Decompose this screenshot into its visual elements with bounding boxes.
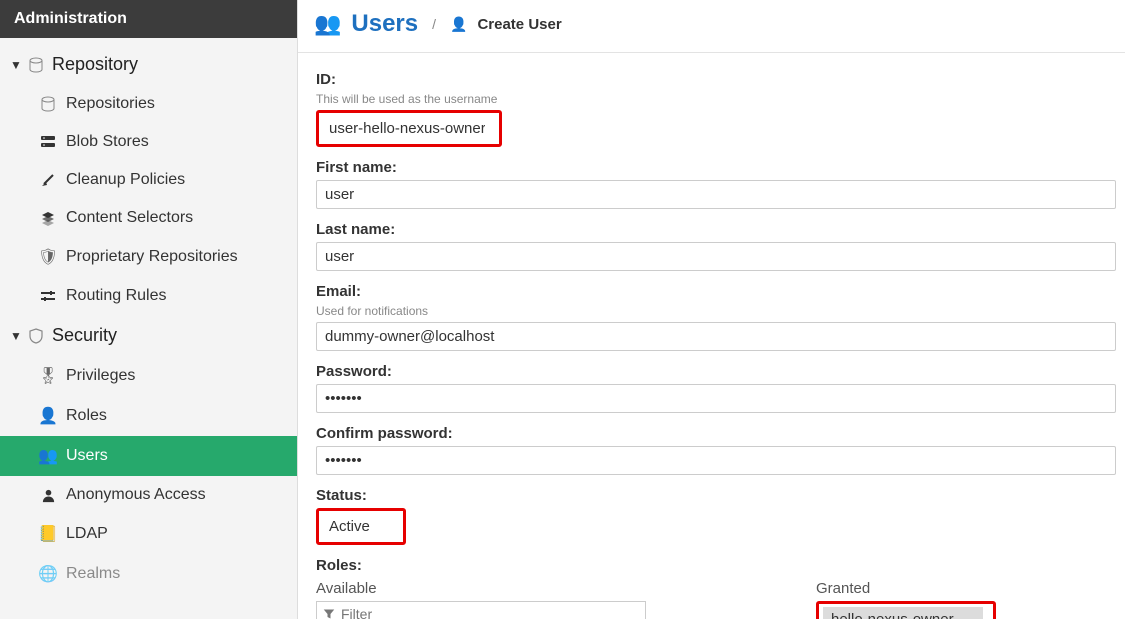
sidebar: Administration ▼ Repository Repositories… xyxy=(0,0,298,619)
input-id[interactable] xyxy=(321,115,493,142)
server-icon xyxy=(38,134,58,150)
sidebar-item-ldap[interactable]: 📒 LDAP xyxy=(0,514,297,554)
roles-granted-header: Granted xyxy=(816,580,996,597)
field-roles: Roles: Available Granted hello-nexus-own… xyxy=(316,557,1125,619)
filter-icon xyxy=(323,608,335,619)
label-email: Email: xyxy=(316,283,1125,300)
input-password[interactable] xyxy=(316,384,1116,413)
sidebar-item-label: Realms xyxy=(66,565,120,583)
breadcrumb-sub: Create User xyxy=(477,16,561,33)
highlight-status xyxy=(316,508,406,545)
badge-icon: 🛡 xyxy=(38,247,58,267)
input-last-name[interactable] xyxy=(316,242,1116,271)
sidebar-item-label: Roles xyxy=(66,407,107,425)
person-icon: 👤 xyxy=(38,406,58,426)
field-id: ID: This will be used as the username xyxy=(316,71,1125,147)
globe-icon: 🌐 xyxy=(38,564,58,584)
roles-available-header: Available xyxy=(316,580,646,597)
cylinder-icon xyxy=(38,96,58,112)
label-roles: Roles: xyxy=(316,557,1125,574)
sidebar-item-roles[interactable]: 👤 Roles xyxy=(0,396,297,436)
label-confirm-password: Confirm password: xyxy=(316,425,1125,442)
label-password: Password: xyxy=(316,363,1125,380)
roles-filter-box[interactable] xyxy=(316,601,646,619)
hint-email: Used for notifications xyxy=(316,304,1125,318)
sidebar-item-routing-rules[interactable]: Routing Rules xyxy=(0,277,297,315)
sidebar-item-label: Users xyxy=(66,447,108,465)
sidebar-item-realms[interactable]: 🌐 Realms xyxy=(0,554,297,594)
label-first-name: First name: xyxy=(316,159,1125,176)
hint-id: This will be used as the username xyxy=(316,92,1125,106)
route-icon xyxy=(38,288,58,304)
sidebar-item-label: Content Selectors xyxy=(66,209,193,227)
sidebar-item-label: Proprietary Repositories xyxy=(66,248,238,266)
field-password: Password: xyxy=(316,363,1125,413)
field-status: Status: xyxy=(316,487,1125,545)
user-solid-icon xyxy=(38,488,58,503)
sidebar-item-content-selectors[interactable]: Content Selectors xyxy=(0,199,297,237)
sidebar-item-label: LDAP xyxy=(66,525,108,543)
granted-role-item[interactable]: hello-nexus-owner xyxy=(823,607,983,619)
label-status: Status: xyxy=(316,487,1125,504)
sidebar-item-repositories[interactable]: Repositories xyxy=(0,85,297,123)
sidebar-item-label: Anonymous Access xyxy=(66,486,206,504)
group-repository[interactable]: ▼ Repository xyxy=(0,44,297,85)
sidebar-item-cleanup-policies[interactable]: Cleanup Policies xyxy=(0,161,297,199)
book-icon: 📒 xyxy=(38,524,58,544)
input-first-name[interactable] xyxy=(316,180,1116,209)
highlight-id xyxy=(316,110,502,147)
sidebar-item-anonymous-access[interactable]: Anonymous Access xyxy=(0,476,297,514)
sidebar-item-proprietary-repositories[interactable]: 🛡 Proprietary Repositories xyxy=(0,237,297,277)
sidebar-item-label: Cleanup Policies xyxy=(66,171,185,189)
field-confirm-password: Confirm password: xyxy=(316,425,1125,475)
roles-granted-column: Granted hello-nexus-owner xyxy=(816,580,996,619)
breadcrumb: 👥 Users / 👤 Create User xyxy=(298,0,1125,53)
group-label: Security xyxy=(52,325,117,346)
sidebar-title: Administration xyxy=(0,0,297,38)
breadcrumb-separator: / xyxy=(432,16,436,32)
main-panel: 👥 Users / 👤 Create User ID: This will be… xyxy=(298,0,1125,619)
breadcrumb-title[interactable]: Users xyxy=(351,10,418,38)
field-email: Email: Used for notifications xyxy=(316,283,1125,351)
nav-tree: ▼ Repository Repositories Blob Stores Cl… xyxy=(0,38,297,594)
shield-icon xyxy=(26,328,46,344)
roles-available-column: Available xyxy=(316,580,646,619)
sidebar-item-blob-stores[interactable]: Blob Stores xyxy=(0,123,297,161)
label-last-name: Last name: xyxy=(316,221,1125,238)
create-user-form: ID: This will be used as the username Fi… xyxy=(298,53,1125,619)
users-icon: 👥 xyxy=(38,446,58,466)
sidebar-item-label: Blob Stores xyxy=(66,133,149,151)
field-last-name: Last name: xyxy=(316,221,1125,271)
users-large-icon: 👥 xyxy=(314,11,341,37)
chevron-down-icon: ▼ xyxy=(10,58,22,72)
group-security[interactable]: ▼ Security xyxy=(0,315,297,356)
stack-icon xyxy=(38,210,58,226)
medal-icon: 🎖 xyxy=(38,366,58,386)
input-confirm-password[interactable] xyxy=(316,446,1116,475)
sidebar-item-privileges[interactable]: 🎖 Privileges xyxy=(0,356,297,396)
sidebar-item-label: Repositories xyxy=(66,95,155,113)
broom-icon xyxy=(38,172,58,188)
chevron-down-icon: ▼ xyxy=(10,329,22,343)
user-small-icon: 👤 xyxy=(450,16,467,33)
input-email[interactable] xyxy=(316,322,1116,351)
sidebar-item-users[interactable]: 👥 Users xyxy=(0,436,297,476)
cylinder-icon xyxy=(26,57,46,73)
sidebar-item-label: Routing Rules xyxy=(66,287,167,305)
label-id: ID: xyxy=(316,71,1125,88)
select-status[interactable] xyxy=(321,513,393,540)
group-label: Repository xyxy=(52,54,138,75)
highlight-granted: hello-nexus-owner xyxy=(816,601,996,619)
roles-filter-input[interactable] xyxy=(341,606,639,619)
sidebar-item-label: Privileges xyxy=(66,367,135,385)
field-first-name: First name: xyxy=(316,159,1125,209)
